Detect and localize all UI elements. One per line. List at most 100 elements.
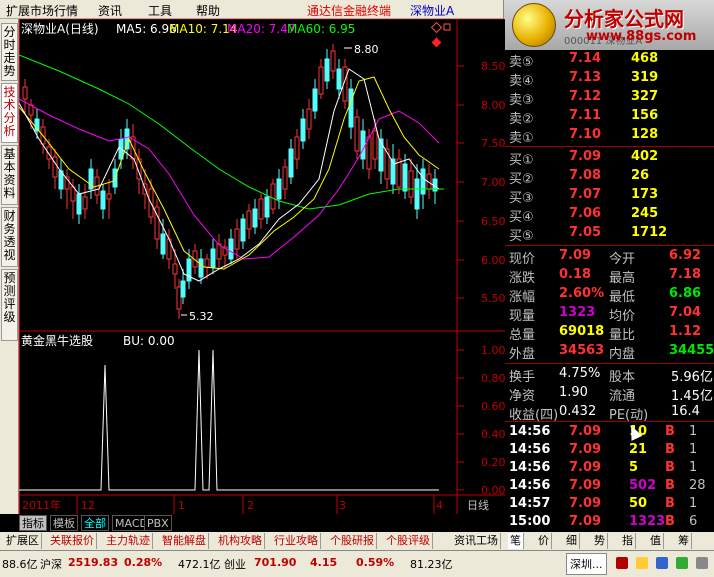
stat-row[interactable]: 涨跌 0.18 最高 7.18 <box>505 266 714 286</box>
tab-indicator[interactable]: 指标 <box>19 515 47 531</box>
status-label-sh[interactable]: 沪深 <box>40 556 62 572</box>
buy-row[interactable]: 买③ 7.07 173 <box>505 186 714 206</box>
candle-body <box>106 193 112 200</box>
menu-news[interactable]: 资讯 <box>98 2 122 19</box>
sell-row[interactable]: 卖⑤ 7.14 468 <box>505 50 714 70</box>
stat-row[interactable]: 现价 7.09 今开 6.92 <box>505 247 714 267</box>
menu-tools[interactable]: 工具 <box>148 2 172 19</box>
alert-icon[interactable] <box>616 557 628 569</box>
stat-label: 现价 <box>509 252 536 267</box>
buy-row[interactable]: 买⑤ 7.05 1712 <box>505 224 714 244</box>
menu-ext-market[interactable]: 扩展市场行情 <box>6 2 78 19</box>
tab-forecast[interactable]: 预测评级 <box>1 269 18 341</box>
info-icon[interactable] <box>656 557 668 569</box>
buy-row[interactable]: 买② 7.08 26 <box>505 167 714 187</box>
tab-main-force[interactable]: 主力轨迹 <box>104 533 153 549</box>
tab-right-index[interactable]: 指 <box>620 533 636 549</box>
buy-row[interactable]: 买④ 7.06 245 <box>505 205 714 225</box>
candle-body <box>270 183 276 210</box>
status-sh-vol: 472.1亿 <box>178 558 221 571</box>
diamond-filled-icon[interactable] <box>431 37 442 48</box>
stat-row[interactable]: 外盘 34563 内盘 34455 <box>505 342 714 362</box>
sell-level-label: 卖③ <box>509 93 534 108</box>
tab-industry[interactable]: 行业攻略 <box>272 533 321 549</box>
stat2-row[interactable]: 换手 4.75% 股本 5.96亿 <box>505 365 714 385</box>
x-tick: 1 <box>178 499 185 512</box>
tab-info-factory[interactable]: 资讯工场 <box>452 533 501 549</box>
tick-count: 1 <box>689 424 698 439</box>
tab-institution[interactable]: 机构攻略 <box>216 533 265 549</box>
tab-intraday[interactable]: 分时走势 <box>1 23 18 81</box>
chart-area[interactable]: 8.50 8.00 7.50 7.00 6.50 6.00 5.50 1.00 … <box>19 19 505 514</box>
sell-row[interactable]: 卖② 7.11 156 <box>505 107 714 127</box>
candle-body <box>306 108 312 130</box>
settings-icon[interactable] <box>696 557 708 569</box>
buy-level-label: 买④ <box>509 210 534 225</box>
tick-volume: 50 <box>629 496 648 511</box>
tab-all[interactable]: 全部 <box>81 515 109 531</box>
watermark-logo: 000011 深物业A 分析家公式网 www.88gs.com <box>503 0 714 50</box>
sell-row[interactable]: 卖③ 7.12 327 <box>505 88 714 108</box>
signal-icon[interactable] <box>636 557 648 569</box>
menu-help[interactable]: 帮助 <box>196 2 220 19</box>
tick-row[interactable]: 14:56 7.09 5 B 1 <box>505 459 714 479</box>
tick-row[interactable]: 15:00 7.09 1323 B 6 <box>505 513 714 533</box>
stat-row[interactable]: 涨幅 2.60% 最低 6.86 <box>505 285 714 305</box>
tab-smart-analysis[interactable]: 智能解盘 <box>160 533 209 549</box>
tick-row[interactable]: 14:56 7.09 21 B 1 <box>505 441 714 461</box>
tab-right-detail[interactable]: 细 <box>564 533 580 549</box>
square-icon[interactable] <box>443 23 451 31</box>
tab-label: 财务透视 <box>3 209 16 262</box>
stat2-row[interactable]: 净资 1.90 流通 1.45亿 <box>505 384 714 404</box>
buy-price: 7.08 <box>569 168 602 183</box>
tab-right-trend[interactable]: 势 <box>592 533 608 549</box>
status-label-cy[interactable]: 创业 <box>224 556 246 572</box>
chart-corner-icons <box>430 21 451 48</box>
x-tick: 12 <box>81 499 95 512</box>
stat2-value: 4.75% <box>559 366 601 381</box>
status-sz-button[interactable]: 深圳... <box>566 553 607 575</box>
tab-stock-rating[interactable]: 个股评级 <box>384 533 433 549</box>
ind-y-tick: 0.60 <box>481 400 505 413</box>
kline-svg[interactable]: 8.50 8.00 7.50 7.00 6.50 6.00 5.50 1.00 … <box>19 19 505 514</box>
buy-row[interactable]: 买① 7.09 402 <box>505 148 714 168</box>
sell-row[interactable]: 卖① 7.10 128 <box>505 126 714 146</box>
stat-row[interactable]: 总量 69018 量比 1.12 <box>505 323 714 343</box>
diamond-icon[interactable] <box>430 21 443 34</box>
tab-financials[interactable]: 财务透视 <box>1 207 18 267</box>
stat2-label: 净资 <box>509 389 536 404</box>
tab-right-value[interactable]: 值 <box>648 533 664 549</box>
ind-y-tick: 0.40 <box>481 428 505 441</box>
tab-technical[interactable]: 技术分析 <box>1 83 18 143</box>
tick-row[interactable]: 14:57 7.09 50 B 1 <box>505 495 714 515</box>
stat2-value: 0.432 <box>559 404 597 419</box>
stat-row[interactable]: 现量 1323 均价 7.04 <box>505 304 714 324</box>
tick-count: 6 <box>689 514 698 529</box>
tick-row[interactable]: 14:56 7.09 502 B 28 <box>505 477 714 497</box>
tab-related-quote[interactable]: 关联报价 <box>48 533 97 549</box>
tab-ext-area[interactable]: 扩展区 <box>4 533 42 549</box>
tick-row[interactable]: 14:56 7.09 10 B 1 <box>505 423 714 443</box>
candle-body <box>288 148 294 178</box>
candle-body <box>282 166 288 190</box>
tab-right-price[interactable]: 价 <box>536 533 552 549</box>
y-axis-labels: 8.50 8.00 7.50 7.00 6.50 6.00 5.50 1.00 … <box>481 60 505 497</box>
buy-volume: 245 <box>631 206 659 221</box>
left-tab-strip: 分时走势 技术分析 基本资料 财务透视 预测评级 <box>0 19 19 514</box>
sell-row[interactable]: 卖④ 7.13 319 <box>505 69 714 89</box>
tab-label: 预测评级 <box>3 271 16 324</box>
tab-right-trade[interactable]: 笔 <box>508 533 524 549</box>
connect-icon[interactable] <box>676 557 688 569</box>
tab-pbx[interactable]: PBX <box>144 515 172 531</box>
stat2-row[interactable]: 收益(四) 0.432 PE(动) 16.4 <box>505 403 714 423</box>
tab-stock-report[interactable]: 个股研报 <box>328 533 377 549</box>
candle-body <box>366 136 372 170</box>
stat-value: 7.18 <box>669 267 702 282</box>
chart-frame <box>19 19 505 514</box>
logo-title: 分析家公式网 <box>564 7 684 31</box>
tab-right-chips[interactable]: 筹 <box>676 533 692 549</box>
tab-fundamentals[interactable]: 基本资料 <box>1 145 18 205</box>
candle-body <box>402 163 408 192</box>
tab-template[interactable]: 模板 <box>50 515 78 531</box>
y-tick: 8.50 <box>481 60 505 73</box>
